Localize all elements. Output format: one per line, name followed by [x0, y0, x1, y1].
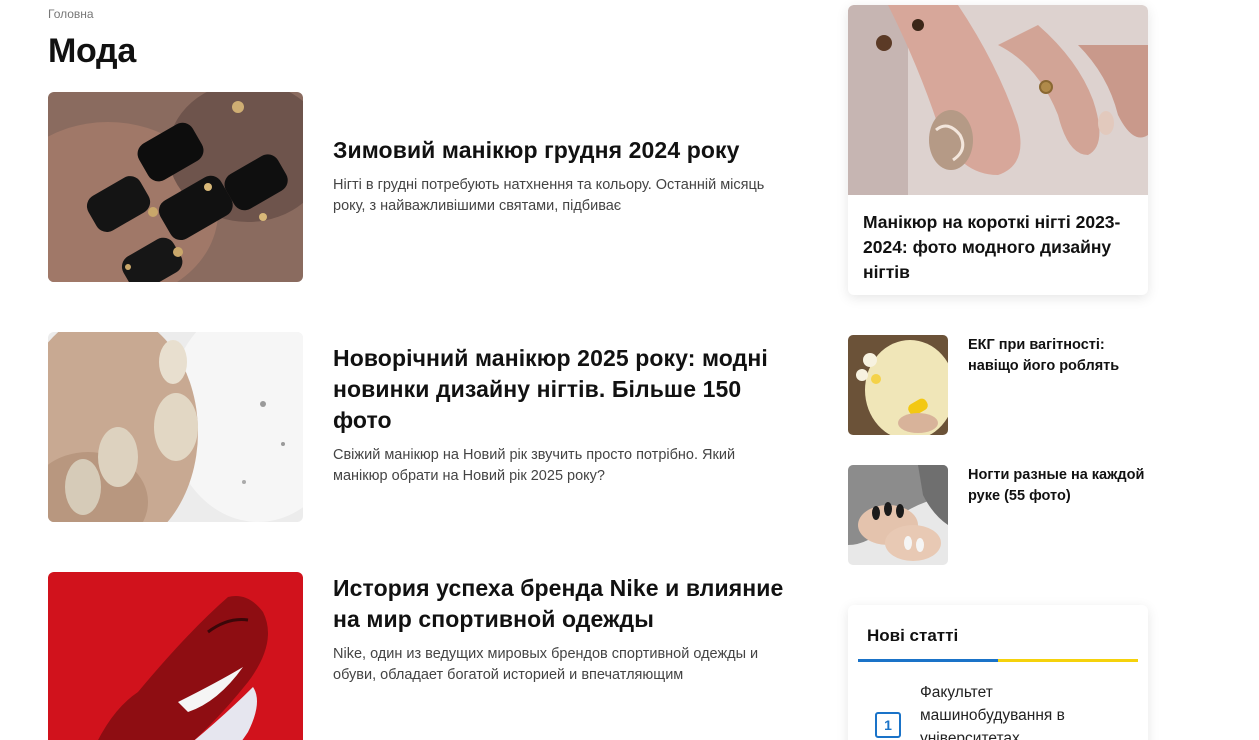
- page-title: Мода: [48, 32, 136, 70]
- red-nike-sneaker-image: [48, 572, 303, 740]
- new-articles-heading: Нові статті: [867, 626, 959, 645]
- mismatched-nails-image: [848, 465, 948, 565]
- article-excerpt: Нігті в грудні потребують натхнення та к…: [333, 177, 765, 214]
- black-gold-nails-image: [48, 92, 303, 282]
- underline-yellow: [998, 659, 1138, 662]
- featured-article-title: Манікюр на короткі нігті 2023-2024: фото…: [863, 212, 1121, 282]
- featured-article-image: [848, 5, 1148, 195]
- mini-article-card[interactable]: ЕКГ при вагітності: навіщо його роблять: [848, 335, 1148, 435]
- article-title-link[interactable]: Новорічний манікюр 2025 року: модні нови…: [333, 343, 788, 436]
- article-title-link[interactable]: История успеха бренда Nike и влияние на …: [333, 573, 788, 635]
- breadcrumb: Головна: [48, 7, 94, 21]
- article-image[interactable]: [48, 332, 303, 522]
- article-card: Новорічний манікюр 2025 року: модні нови…: [48, 332, 788, 522]
- article-title-link[interactable]: Зимовий манікюр грудня 2024 року: [333, 135, 788, 166]
- short-nails-swirl-image: [848, 5, 1148, 195]
- heading-underline: [858, 659, 1138, 662]
- article-card: История успеха бренда Nike и влияние на …: [48, 572, 788, 740]
- article-excerpt: Свіжий манікюр на Новий рік звучить прос…: [333, 447, 736, 484]
- pregnancy-image: [848, 335, 948, 435]
- mini-article-card[interactable]: Ногти разные на каждой руке (55 фото): [848, 465, 1148, 565]
- underline-blue: [858, 659, 998, 662]
- featured-article-card[interactable]: Манікюр на короткі нігті 2023-2024: фото…: [848, 5, 1148, 295]
- article-image[interactable]: [48, 92, 303, 282]
- pearl-white-nails-image: [48, 332, 303, 522]
- mini-article-image: [848, 465, 948, 565]
- article-image[interactable]: [48, 572, 303, 740]
- breadcrumb-home-link[interactable]: Головна: [48, 7, 94, 21]
- mini-article-title: Ногти разные на каждой руке (55 фото): [968, 467, 1145, 504]
- mini-article-image: [848, 335, 948, 435]
- new-article-link[interactable]: Факультет машинобудування в університета…: [920, 681, 1120, 740]
- article-card: Зимовий манікюр грудня 2024 року Нігті в…: [48, 92, 788, 282]
- article-number-badge: 1: [875, 712, 901, 738]
- new-articles-widget: Нові статті 1 Факультет машинобудування …: [848, 605, 1148, 740]
- article-excerpt: Nike, один из ведущих мировых брендов сп…: [333, 646, 759, 683]
- mini-article-title: ЕКГ при вагітності: навіщо його роблять: [968, 337, 1120, 374]
